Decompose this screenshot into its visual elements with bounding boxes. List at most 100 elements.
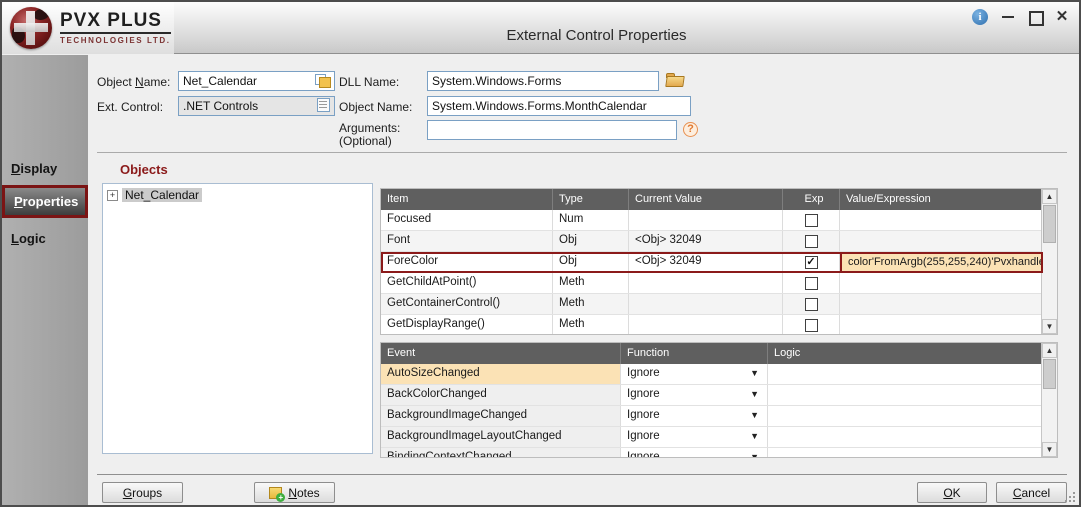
note-icon: + <box>269 487 282 499</box>
arguments-label: Arguments: <box>339 121 400 135</box>
prop-value-expression[interactable]: color'FromArgb(255,255,240)'Pvxhandle$ <box>840 252 1043 273</box>
property-row-forecolor[interactable]: ForeColor Obj <Obj> 32049 ✓ color'FromAr… <box>381 252 1043 273</box>
dll-name-input[interactable] <box>427 71 659 91</box>
exp-checkbox[interactable] <box>805 214 818 227</box>
properties-scrollbar[interactable]: ▲ ▼ <box>1041 189 1057 334</box>
help-question-icon[interactable]: ? <box>683 122 698 137</box>
sidebar-item-properties[interactable]: Properties <box>2 185 88 218</box>
function-dropdown[interactable]: Ignore▼ <box>621 448 768 458</box>
groups-button[interactable]: Groups <box>102 482 183 503</box>
prop-current-value <box>629 315 783 335</box>
scroll-up-icon[interactable]: ▲ <box>1042 189 1057 204</box>
prop-type: Obj <box>553 252 629 272</box>
external-control-properties-window: PVX PLUS TECHNOLOGIES LTD. External Cont… <box>0 0 1081 507</box>
brand-subtitle: TECHNOLOGIES LTD. <box>60 36 171 45</box>
prop-current-value <box>629 210 783 230</box>
event-logic[interactable] <box>768 448 1043 458</box>
chevron-down-icon[interactable]: ▼ <box>750 368 759 378</box>
cancel-button[interactable]: Cancel <box>996 482 1067 503</box>
dll-name-label: DLL Name: <box>339 75 399 89</box>
footer-separator <box>97 474 1067 475</box>
class-name-input[interactable] <box>427 96 691 116</box>
prop-item: GetContainerControl() <box>381 294 553 314</box>
tree-expander-icon[interactable]: + <box>107 190 118 201</box>
chevron-down-icon[interactable]: ▼ <box>750 410 759 420</box>
maximize-icon[interactable] <box>1028 10 1042 24</box>
exp-checkbox-checked[interactable]: ✓ <box>805 256 818 269</box>
scrollbar-thumb[interactable] <box>1043 359 1056 389</box>
function-dropdown[interactable]: Ignore▼ <box>621 385 768 405</box>
form-separator <box>97 152 1067 153</box>
property-row-getchildatpoint[interactable]: GetChildAtPoint() Meth <box>381 273 1043 294</box>
event-row-backgroundimagelayoutchanged[interactable]: BackgroundImageLayoutChanged Ignore▼ <box>381 427 1043 448</box>
event-logic[interactable] <box>768 406 1043 426</box>
sidebar-item-logic[interactable]: Logic <box>2 227 88 250</box>
prop-current-value: <Obj> 32049 <box>629 252 783 272</box>
function-dropdown[interactable]: Ignore▼ <box>621 427 768 447</box>
tree-item-label: Net_Calendar <box>122 188 202 202</box>
prop-item: Font <box>381 231 553 251</box>
scroll-down-icon[interactable]: ▼ <box>1042 319 1057 334</box>
properties-table: Item Type Current Value Exp Value/Expres… <box>380 188 1058 335</box>
tree-item-net-calendar[interactable]: + Net_Calendar <box>103 184 372 204</box>
chevron-down-icon[interactable]: ▼ <box>750 452 759 458</box>
ok-button[interactable]: OK <box>917 482 987 503</box>
window-title: External Control Properties <box>174 27 1019 44</box>
event-row-autosizechanged[interactable]: AutoSizeChanged Ignore▼ <box>381 364 1043 385</box>
prop-value[interactable] <box>840 273 1043 293</box>
chevron-down-icon[interactable]: ▼ <box>750 389 759 399</box>
scrollbar-thumb[interactable] <box>1043 205 1056 243</box>
resize-grip[interactable] <box>1063 490 1075 502</box>
property-row-focused[interactable]: Focused Num <box>381 210 1043 231</box>
prop-type: Meth <box>553 315 629 335</box>
event-row-bindingcontextchanged[interactable]: BindingContextChanged Ignore▼ <box>381 448 1043 458</box>
property-row-font[interactable]: Font Obj <Obj> 32049 <box>381 231 1043 252</box>
prop-value[interactable] <box>840 315 1043 335</box>
event-row-backcolorchanged[interactable]: BackColorChanged Ignore▼ <box>381 385 1043 406</box>
event-name: BackColorChanged <box>381 385 621 405</box>
col-type: Type <box>553 189 629 210</box>
prop-value[interactable] <box>840 294 1043 314</box>
prop-current-value <box>629 294 783 314</box>
prop-type: Meth <box>553 273 629 293</box>
event-logic[interactable] <box>768 364 1043 384</box>
sidebar-item-display[interactable]: Display <box>2 157 88 180</box>
minimize-icon[interactable] <box>1001 10 1015 24</box>
exp-checkbox[interactable] <box>805 298 818 311</box>
close-icon[interactable]: ✕ <box>1055 10 1069 24</box>
object-name-input[interactable] <box>178 71 335 91</box>
event-name: BindingContextChanged <box>381 448 621 458</box>
exp-checkbox[interactable] <box>805 319 818 332</box>
prop-type: Meth <box>553 294 629 314</box>
scroll-up-icon[interactable]: ▲ <box>1042 343 1057 358</box>
ext-control-label: Ext. Control: <box>97 100 163 114</box>
prop-item: GetChildAtPoint() <box>381 273 553 293</box>
property-row-getcontainercontrol[interactable]: GetContainerControl() Meth <box>381 294 1043 315</box>
event-row-backgroundimagechanged[interactable]: BackgroundImageChanged Ignore▼ <box>381 406 1043 427</box>
function-dropdown[interactable]: Ignore▼ <box>621 364 768 384</box>
prop-item: Focused <box>381 210 553 230</box>
col-current-value: Current Value <box>629 189 783 210</box>
event-logic[interactable] <box>768 385 1043 405</box>
prop-value[interactable] <box>840 210 1043 230</box>
object-name-label: Object Name: <box>97 75 170 89</box>
exp-checkbox[interactable] <box>805 235 818 248</box>
exp-checkbox[interactable] <box>805 277 818 290</box>
chevron-down-icon[interactable]: ▼ <box>750 431 759 441</box>
notes-button-label: Notes <box>288 486 319 500</box>
info-icon[interactable]: i <box>972 9 988 25</box>
scroll-down-icon[interactable]: ▼ <box>1042 442 1057 457</box>
event-logic[interactable] <box>768 427 1043 447</box>
paste-list-icon[interactable] <box>316 98 333 113</box>
arguments-input[interactable] <box>427 120 677 140</box>
ext-control-input[interactable] <box>178 96 335 116</box>
events-scrollbar[interactable]: ▲ ▼ <box>1041 343 1057 457</box>
objects-tree: + Net_Calendar <box>102 183 373 454</box>
property-row-getdisplayrange[interactable]: GetDisplayRange() Meth <box>381 315 1043 335</box>
function-dropdown[interactable]: Ignore▼ <box>621 406 768 426</box>
col-logic: Logic <box>768 343 1043 364</box>
open-folder-icon[interactable] <box>666 73 686 88</box>
notes-button[interactable]: + Notes <box>254 482 335 503</box>
prop-value[interactable] <box>840 231 1043 251</box>
copy-name-icon[interactable] <box>315 74 332 89</box>
